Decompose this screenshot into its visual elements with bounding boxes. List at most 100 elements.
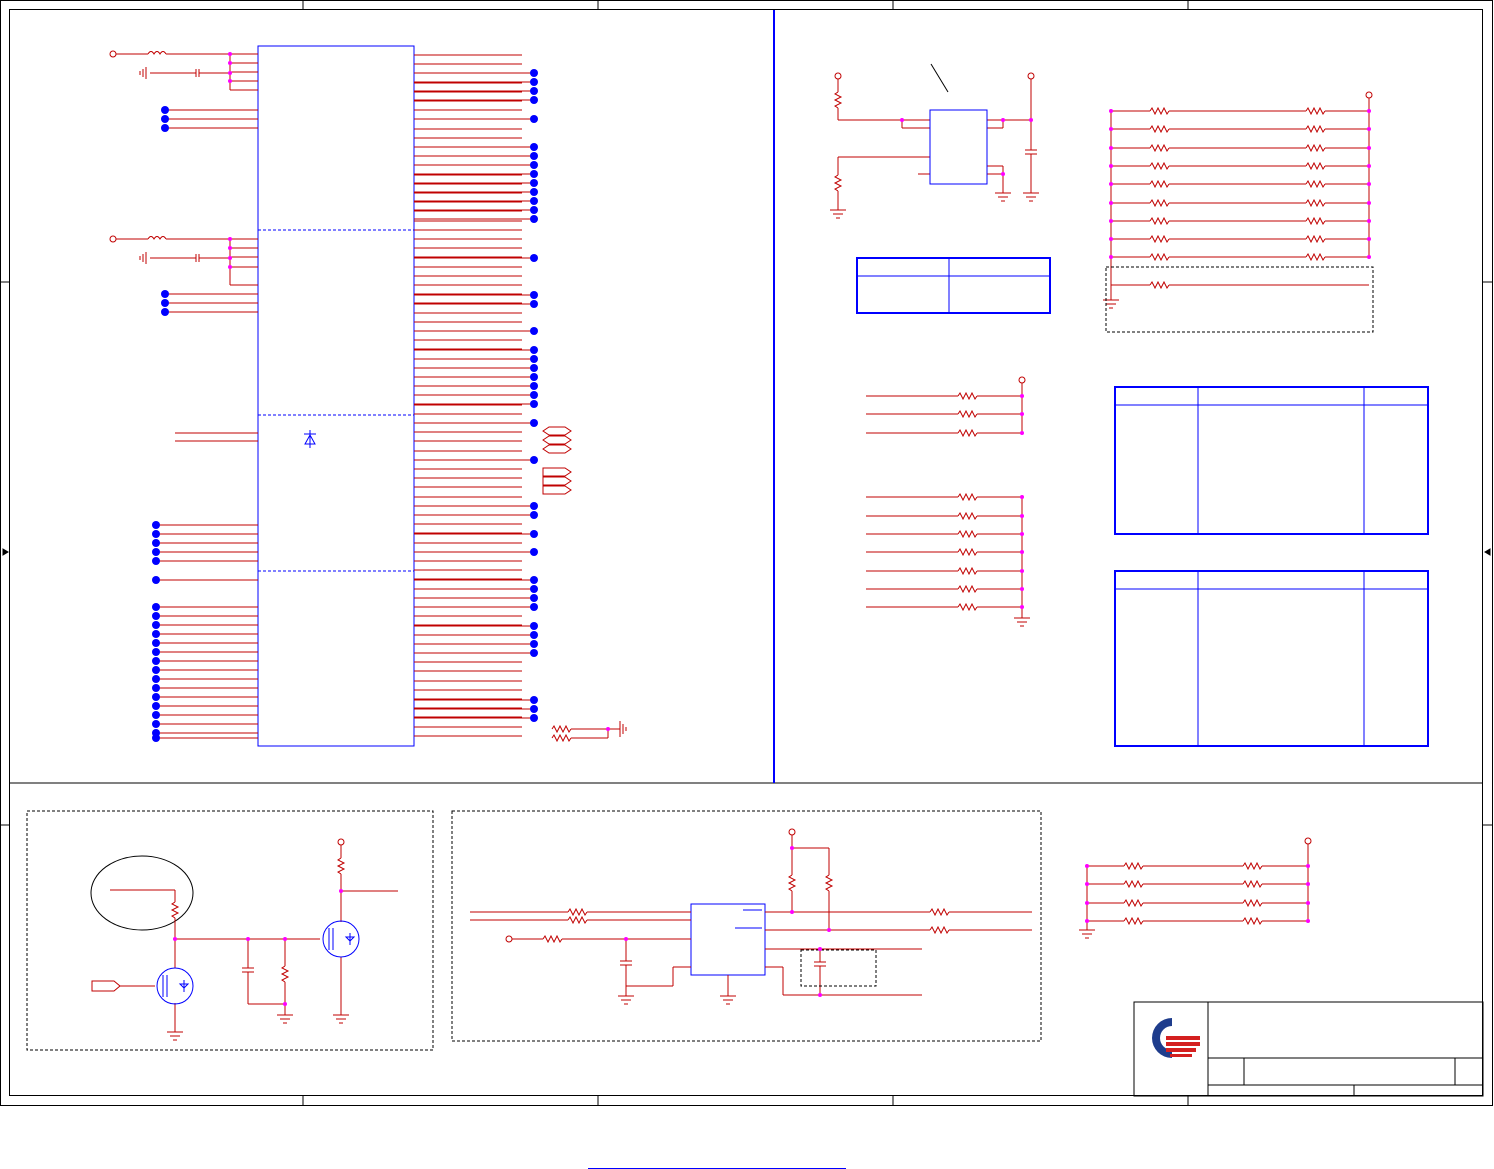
resistor-symbol <box>1305 106 1326 116</box>
net-connection-dot <box>152 639 160 647</box>
resistor-symbol <box>957 547 978 557</box>
junction-dot <box>1109 219 1113 223</box>
resistor-symbol <box>1242 879 1263 889</box>
net-connection-dot <box>530 291 538 299</box>
reset-circuit <box>830 72 1039 219</box>
net-connection-dot <box>161 290 169 298</box>
resistor-symbol <box>1305 252 1326 262</box>
footer-link[interactable] <box>588 1150 846 1169</box>
net-connection-dot <box>530 714 538 722</box>
resistor-symbol <box>1123 861 1144 871</box>
net-connection-dot <box>530 161 538 169</box>
net-connection-dot <box>530 530 538 538</box>
net-connection-dot <box>161 106 169 114</box>
net-connection-dot <box>530 115 538 123</box>
net-connection-dot <box>530 456 538 464</box>
net-connection-dot <box>530 373 538 381</box>
offpage-connectors <box>542 426 572 495</box>
resistor-symbol <box>1123 879 1144 889</box>
junction-dot <box>1306 864 1310 868</box>
resistor-symbol <box>1242 861 1263 871</box>
net-connection-dot <box>530 69 538 77</box>
net-connection-dot <box>530 576 538 584</box>
resistor-symbol <box>1305 124 1326 134</box>
net-connection-dot <box>530 254 538 262</box>
net-connection-dot <box>530 87 538 95</box>
resistor-symbol <box>1305 161 1326 171</box>
resistor-symbol <box>1149 106 1170 116</box>
net-connection-dot <box>530 197 538 205</box>
net-connection-dot <box>530 382 538 390</box>
net-connection-dot <box>152 557 160 565</box>
junction-dot <box>1020 605 1024 609</box>
junction-dot <box>1085 882 1089 886</box>
junction-dot <box>1109 201 1113 205</box>
net-connection-dot <box>152 612 160 620</box>
junction-dot <box>1109 237 1113 241</box>
resistor-symbol <box>1305 234 1326 244</box>
net-connection-dot <box>530 419 538 427</box>
resistor-symbol <box>957 492 978 502</box>
resistor-symbol <box>1242 898 1263 908</box>
net-connection-dot <box>152 539 160 547</box>
net-connection-dot <box>152 548 160 556</box>
net-connection-dot <box>530 631 538 639</box>
resistor-symbol <box>957 584 978 594</box>
junction-dot <box>1367 237 1371 241</box>
net-connection-dot <box>152 702 160 710</box>
net-connection-dot <box>152 621 160 629</box>
junction-dot <box>1020 569 1024 573</box>
junction-dot <box>1109 182 1113 186</box>
net-connection-dot <box>530 170 538 178</box>
net-connection-dot <box>152 734 160 742</box>
regulator-circuit <box>451 810 1042 1042</box>
net-connection-dot <box>152 666 160 674</box>
junction-dot <box>1367 182 1371 186</box>
junction-dot <box>1020 550 1024 554</box>
junction-dot <box>1367 109 1371 113</box>
resistor-symbol <box>1149 179 1170 189</box>
junction-dot <box>1367 219 1371 223</box>
regulator-ic <box>690 903 766 976</box>
bottom-resistor-array <box>1079 837 1312 939</box>
net-connection-dot <box>530 640 538 648</box>
junction-dot <box>1020 394 1024 398</box>
resistor-symbol <box>957 409 978 419</box>
pin-table-1 <box>1114 386 1429 535</box>
power-input-1 <box>109 50 258 91</box>
junction-dot <box>1085 919 1089 923</box>
net-connection-dot <box>530 143 538 151</box>
net-connection-dot <box>530 585 538 593</box>
net-connection-dot <box>161 308 169 316</box>
resistor-symbol <box>1149 216 1170 226</box>
net-connection-dot <box>530 206 538 214</box>
net-connection-dot <box>530 300 538 308</box>
schematic-diagram <box>0 0 1493 1106</box>
junction-dot <box>1367 201 1371 205</box>
junction-dot <box>1109 255 1113 259</box>
junction-dot <box>1020 587 1024 591</box>
net-connection-dot <box>161 299 169 307</box>
net-connection-dot <box>530 548 538 556</box>
net-connection-dot <box>161 115 169 123</box>
net-connection-dot <box>530 355 538 363</box>
ic-body <box>257 45 415 747</box>
junction-dot <box>1367 127 1371 131</box>
resistor-symbol <box>957 391 978 401</box>
net-connection-dot <box>530 705 538 713</box>
resistor-symbol <box>957 566 978 576</box>
net-connection-dot <box>152 675 160 683</box>
junction-dot <box>1367 255 1371 259</box>
junction-dot <box>1020 412 1024 416</box>
net-connection-dot <box>152 648 160 656</box>
junction-dot <box>1306 901 1310 905</box>
resistor-symbol <box>1305 216 1326 226</box>
net-connection-dot <box>152 576 160 584</box>
net-connection-dot <box>530 346 538 354</box>
net-connection-dot <box>530 502 538 510</box>
junction-dot <box>1085 901 1089 905</box>
junction-dot <box>1020 514 1024 518</box>
resistor-symbol <box>1123 898 1144 908</box>
resistor-symbol <box>1305 143 1326 153</box>
reset-ic <box>929 109 988 185</box>
